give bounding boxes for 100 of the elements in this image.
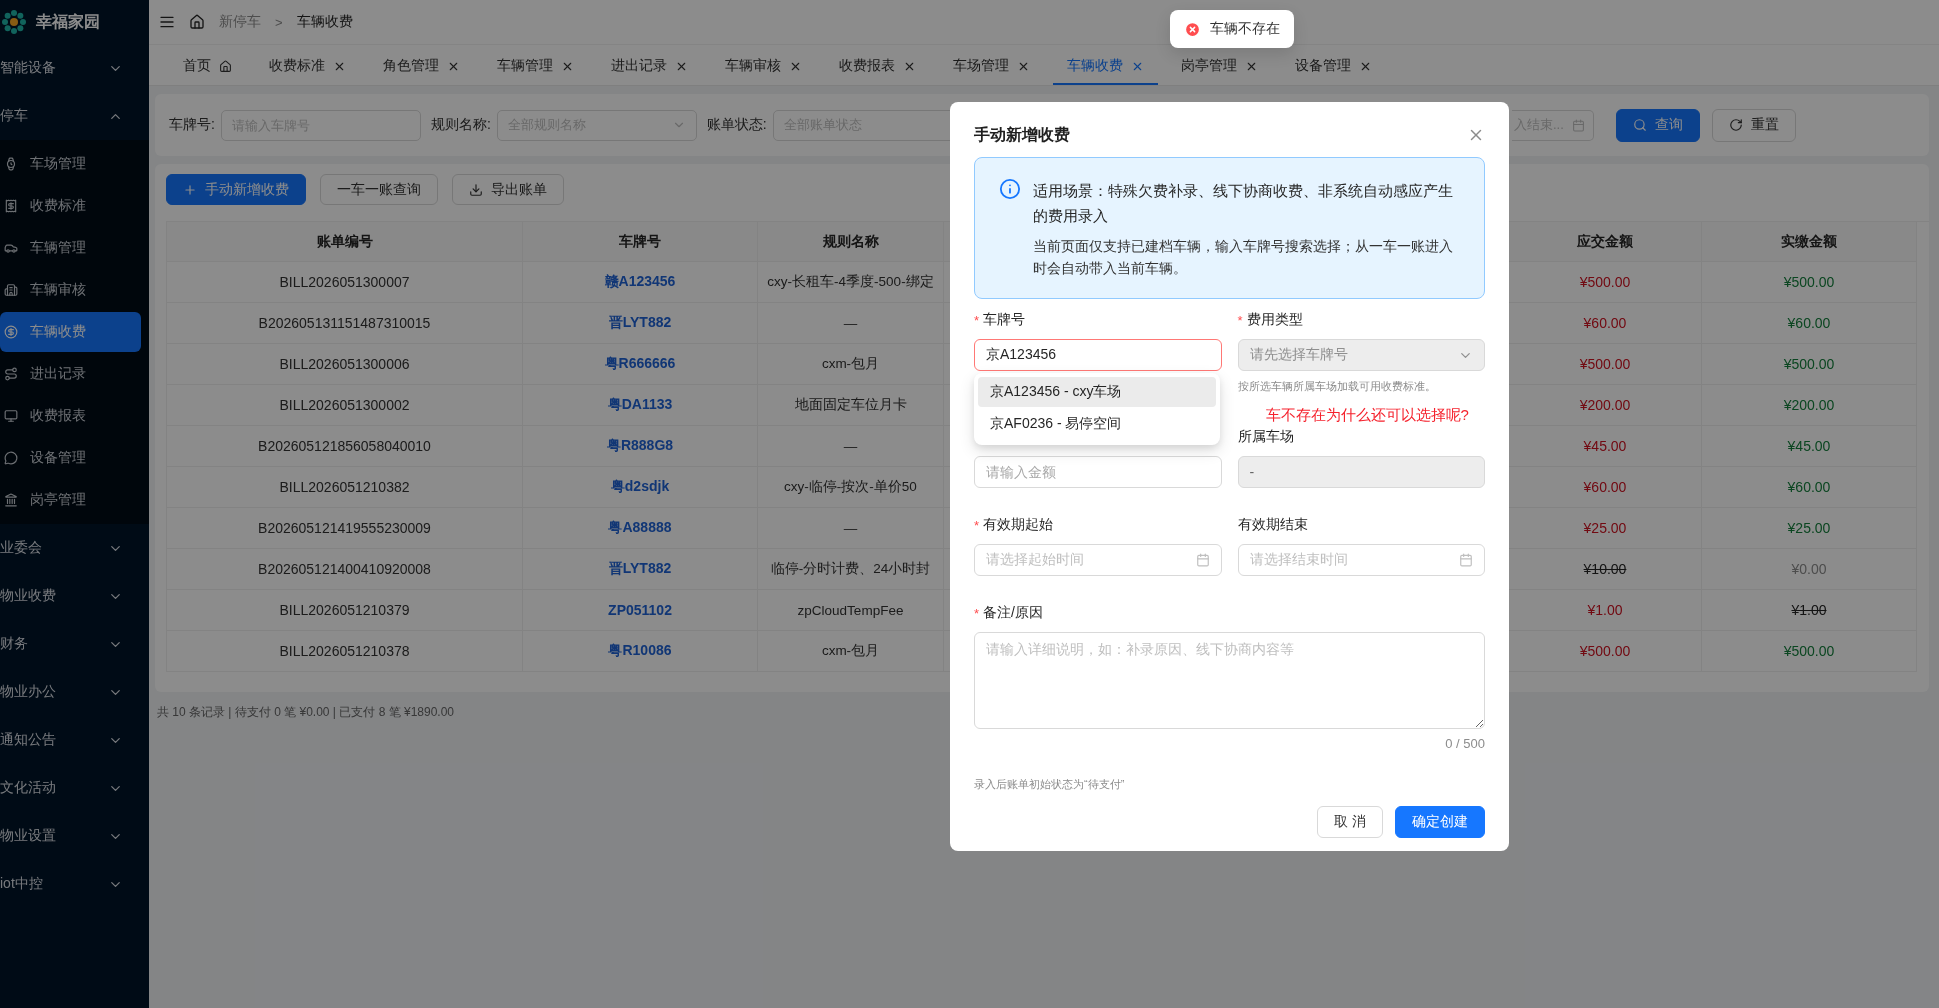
menu-item[interactable]: 进出记录 (0, 354, 141, 394)
route-icon (4, 367, 18, 381)
filter-label: 规则名称: (430, 116, 491, 134)
menu-item[interactable]: 车辆审核 (0, 270, 141, 310)
menu-item[interactable]: 收费报表 (0, 396, 141, 436)
plate-link[interactable]: ZP051102 (608, 602, 672, 618)
tab[interactable]: 岗亭管理 (1167, 49, 1272, 85)
breadcrumb-item[interactable]: 新停车 (219, 13, 261, 31)
required-mark: * (1237, 312, 1243, 328)
search-button[interactable]: 查询 (1616, 108, 1700, 142)
menu-group[interactable]: iot中控 (0, 860, 149, 908)
refresh-icon (1729, 118, 1743, 132)
menu-item[interactable]: 收费标准 (0, 186, 141, 226)
amount-paid: ¥500.00 (1783, 274, 1835, 290)
amount-paid: ¥60.00 (1787, 479, 1831, 495)
toolbar-button[interactable]: 导出账单 (452, 174, 564, 205)
menu-icon[interactable] (159, 14, 175, 30)
menu-group[interactable]: 物业办公 (0, 668, 149, 716)
amount-paid: ¥500.00 (1783, 643, 1835, 659)
table-cell: — (843, 520, 858, 536)
plate-link[interactable]: 粤R666666 (604, 355, 676, 373)
summary-text: 共 10 条记录 | 待支付 0 笔 ¥0.00 | 已支付 8 笔 ¥1890.00 (156, 704, 456, 721)
menu-group[interactable]: 智能设备 (0, 44, 149, 92)
menu-item[interactable]: 车辆管理 (0, 228, 141, 268)
menu-group[interactable]: 通知公告 (0, 716, 149, 764)
tab[interactable]: 车辆审核 (711, 49, 816, 85)
menu-group[interactable]: 业委会 (0, 524, 149, 572)
amount-paid: ¥60.00 (1787, 315, 1831, 331)
watch-icon (4, 157, 18, 171)
amount-paid: ¥200.00 (1783, 397, 1835, 413)
breadcrumb-item[interactable]: 车辆收费 (296, 13, 353, 31)
calendar-icon (1459, 553, 1473, 567)
column-header: 规则名称 (822, 232, 879, 251)
search-icon (1633, 118, 1647, 132)
menu-item[interactable]: 设备管理 (0, 438, 141, 478)
menu-group[interactable]: 财务 (0, 620, 149, 668)
download-icon (469, 182, 483, 197)
reset-button[interactable]: 重置 (1712, 108, 1796, 142)
menu-item[interactable]: 车场管理 (0, 144, 141, 184)
plate-link[interactable]: 粤A88888 (608, 519, 672, 537)
home-icon[interactable] (189, 14, 205, 30)
field-label: 备注/原因 (983, 604, 1043, 622)
amount-paid: ¥45.00 (1787, 438, 1831, 454)
table-cell: 临停-分时计费、24小时封 (770, 560, 931, 578)
car-icon (4, 241, 18, 255)
remark-field[interactable]: 请输入详细说明，如：补录原因、线下协商内容等 (974, 632, 1485, 729)
tab[interactable]: 进出记录 (597, 49, 702, 85)
tab[interactable]: 车辆管理 (483, 49, 588, 85)
table-cell: BILL2026051210379 (279, 602, 410, 618)
tab[interactable]: 首页 (169, 49, 246, 85)
menu-item[interactable]: 车辆收费 (0, 312, 141, 352)
field-label: 有效期结束 (1237, 516, 1308, 534)
plate-link[interactable]: 粤DA1133 (607, 396, 673, 414)
dollar-icon (4, 325, 18, 339)
calendar-icon (1572, 118, 1585, 132)
plate-link[interactable]: 晋LYT882 (608, 314, 672, 332)
plate-link[interactable]: 粤R888G8 (606, 437, 674, 455)
plate-link[interactable]: 赣A123456 (604, 273, 676, 291)
toolbar-button[interactable]: 手动新增收费 (166, 174, 306, 205)
tab[interactable]: 收费标准 (255, 49, 360, 85)
field-label: 车牌号 (983, 311, 1026, 329)
plate-link[interactable]: 粤d2sdjk (610, 478, 670, 496)
table-cell: BILL2026051210378 (279, 643, 410, 659)
column-header: 实缴金额 (1781, 232, 1837, 251)
table-cell: cxy-长租车-4季度-500-绑定 (767, 273, 934, 291)
menu-group[interactable]: 停车 (0, 92, 149, 140)
notice-text: 当前页面仅支持已建档车辆，输入车牌号搜索选择；从一车一账进入时会自动带入当前车辆。 (1032, 238, 1454, 278)
cancel-button[interactable]: 取 消 (1317, 806, 1383, 838)
required-mark: * (974, 517, 980, 533)
dialog-title: 手动新增收费 (974, 124, 1070, 145)
menu-group[interactable]: 物业收费 (0, 572, 149, 620)
column-header: 应交金额 (1577, 232, 1633, 251)
input-field[interactable]: 京A123456 (974, 339, 1222, 371)
error-icon (1184, 20, 1201, 38)
amount-due: ¥60.00 (1583, 479, 1627, 495)
tab[interactable]: 角色管理 (369, 49, 474, 85)
receipt-icon (4, 199, 18, 213)
table-cell: BILL2026051300006 (279, 356, 410, 372)
toolbar-button[interactable]: 一车一账查询 (320, 174, 438, 205)
tab[interactable]: 车辆收费 (1053, 49, 1158, 85)
field-hint: 按所选车辆所属车场加载可用收费标准。 (1237, 379, 1437, 394)
tab[interactable]: 设备管理 (1281, 49, 1386, 85)
menu-item[interactable]: 岗亭管理 (0, 480, 141, 520)
table-cell: B202605121419555230009 (258, 520, 431, 536)
confirm-button[interactable]: 确定创建 (1395, 806, 1485, 838)
field-label: 费用类型 (1246, 311, 1303, 329)
required-mark: * (974, 312, 980, 328)
tab[interactable]: 车场管理 (939, 49, 1044, 85)
suggestion-option[interactable]: 京A123456 - cxy车场 (978, 377, 1216, 407)
plate-link[interactable]: 粤R10086 (608, 642, 672, 660)
menu-group[interactable]: 物业设置 (0, 812, 149, 860)
table-cell: B202605121400410920008 (258, 561, 431, 577)
tab[interactable]: 收费报表 (825, 49, 930, 85)
menu-group[interactable]: 文化活动 (0, 764, 149, 812)
annotation-text: 车不存在为什么还可以选择呢? (1265, 406, 1470, 425)
amount-paid: ¥0.00 (1791, 561, 1827, 577)
plate-link[interactable]: 晋LYT882 (608, 560, 672, 578)
amount-input[interactable]: 请输入金额 (974, 456, 1222, 488)
toast: 车辆不存在 (1170, 10, 1294, 48)
amount-due: ¥500.00 (1579, 643, 1631, 659)
